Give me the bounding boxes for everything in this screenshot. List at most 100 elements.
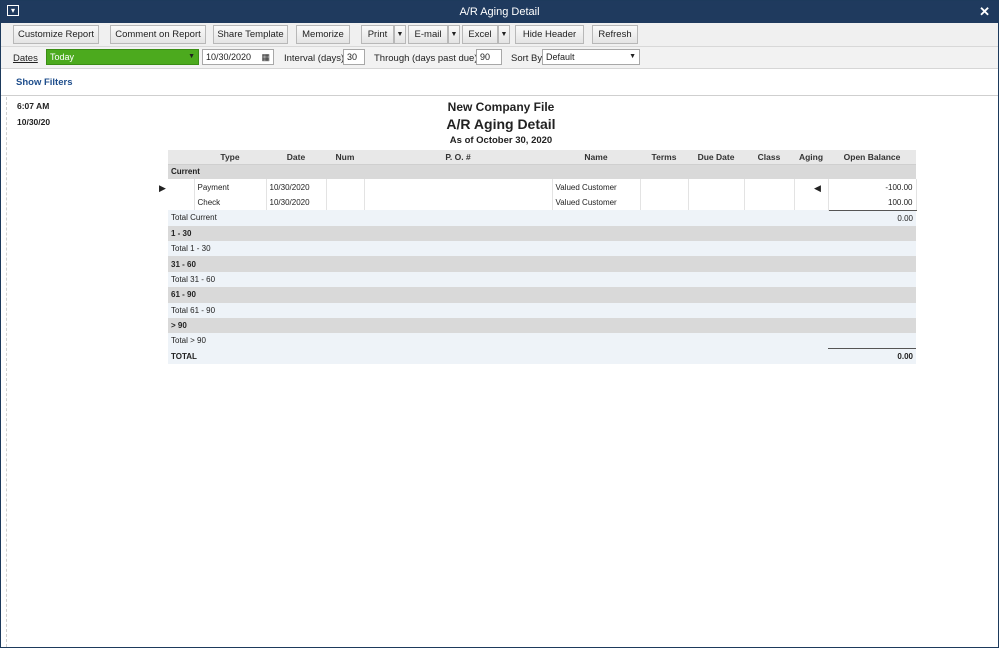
column-header-type[interactable]: Type bbox=[194, 150, 266, 165]
row-spacer bbox=[168, 194, 195, 211]
cell-num bbox=[326, 179, 365, 195]
column-header-terms[interactable]: Terms bbox=[640, 150, 688, 165]
chevron-down-icon[interactable]: ▼ bbox=[629, 50, 636, 64]
calendar-icon[interactable]: ▦ bbox=[261, 50, 270, 64]
section-label: Current bbox=[168, 164, 916, 180]
total-row: Total Current 0.00 bbox=[168, 210, 916, 226]
column-header-open-balance[interactable]: Open Balance bbox=[828, 150, 916, 165]
cell-due-date bbox=[688, 194, 745, 211]
section-row: > 90 bbox=[168, 317, 916, 334]
comment-on-report-button[interactable]: Comment on Report bbox=[110, 25, 206, 44]
column-header-class[interactable]: Class bbox=[744, 150, 794, 165]
total-balance bbox=[828, 240, 916, 257]
section-row: 1 - 30 bbox=[168, 225, 916, 241]
date-field[interactable]: 10/30/2020 ▦ bbox=[202, 49, 274, 65]
total-balance: 0.00 bbox=[828, 210, 916, 226]
sort-by-select[interactable]: Default ▼ bbox=[542, 49, 640, 65]
cell-num bbox=[326, 194, 365, 211]
cell-due-date bbox=[688, 179, 745, 195]
total-label: Total Current bbox=[168, 210, 828, 226]
company-name: New Company File bbox=[447, 100, 555, 114]
sort-by-label: Sort By bbox=[511, 53, 543, 64]
total-row: Total 1 - 30 bbox=[168, 240, 916, 257]
cell-aging bbox=[794, 194, 829, 211]
email-button[interactable]: E-mail bbox=[408, 25, 448, 44]
date-field-value: 10/30/2020 bbox=[206, 52, 252, 62]
column-header-name[interactable]: Name bbox=[552, 150, 640, 165]
section-row: 61 - 90 bbox=[168, 287, 916, 303]
dates-select[interactable]: Today ▼ bbox=[46, 49, 199, 65]
interval-label: Interval (days) bbox=[284, 53, 345, 64]
total-label: Total 61 - 90 bbox=[168, 302, 828, 318]
section-label: 61 - 90 bbox=[168, 287, 916, 303]
column-header-aging[interactable]: Aging bbox=[794, 150, 828, 165]
close-icon[interactable]: ✕ bbox=[979, 4, 990, 20]
excel-button[interactable]: Excel bbox=[462, 25, 498, 44]
total-balance bbox=[828, 271, 916, 288]
row-spacer bbox=[168, 179, 195, 195]
total-label: Total > 90 bbox=[168, 333, 828, 349]
page-margin bbox=[1, 97, 7, 647]
print-dropdown-icon[interactable]: ▼ bbox=[394, 25, 406, 44]
cell-type: Payment bbox=[194, 179, 267, 195]
filter-bar: Dates Today ▼ 10/30/2020 ▦ Interval (day… bbox=[1, 47, 998, 69]
hide-header-button[interactable]: Hide Header bbox=[515, 25, 584, 44]
refresh-button[interactable]: Refresh bbox=[592, 25, 638, 44]
cell-type: Check bbox=[194, 194, 267, 211]
cell-terms bbox=[640, 179, 689, 195]
section-row: 31 - 60 bbox=[168, 256, 916, 272]
show-filters-bar: Show Filters bbox=[1, 69, 998, 96]
total-balance bbox=[828, 302, 916, 318]
total-row: Total 61 - 90 bbox=[168, 302, 916, 318]
title-bar: ▾ A/R Aging Detail ✕ bbox=[1, 1, 998, 23]
dates-label: Dates bbox=[13, 53, 38, 64]
section-label: 1 - 30 bbox=[168, 225, 916, 241]
cell-aging bbox=[794, 179, 829, 195]
cell-open-balance: -100.00 bbox=[828, 179, 917, 195]
total-row: Total 31 - 60 bbox=[168, 271, 916, 288]
through-input[interactable]: 90 bbox=[476, 49, 502, 65]
email-dropdown-icon[interactable]: ▼ bbox=[448, 25, 460, 44]
cell-open-balance: 100.00 bbox=[828, 194, 917, 211]
row-pointer-right-icon: ◀ bbox=[814, 183, 821, 193]
print-button[interactable]: Print bbox=[361, 25, 394, 44]
cell-terms bbox=[640, 194, 689, 211]
cell-class bbox=[744, 179, 795, 195]
through-label: Through (days past due) bbox=[374, 53, 478, 64]
table-header-row: Type Date Num P. O. # Name Terms Due Dat… bbox=[168, 150, 916, 165]
total-label: Total 1 - 30 bbox=[168, 240, 828, 257]
report-title: A/R Aging Detail bbox=[446, 116, 556, 132]
memorize-button[interactable]: Memorize bbox=[296, 25, 350, 44]
interval-input[interactable]: 30 bbox=[343, 49, 365, 65]
total-balance bbox=[828, 333, 916, 349]
cell-name: Valued Customer bbox=[552, 179, 641, 195]
share-template-button[interactable]: Share Template bbox=[213, 25, 288, 44]
column-header-date[interactable]: Date bbox=[266, 150, 326, 165]
dates-select-value: Today bbox=[50, 52, 75, 62]
section-row: Current bbox=[168, 164, 916, 180]
table-row[interactable]: Payment 10/30/2020 Valued Customer -100.00 bbox=[168, 179, 917, 195]
excel-dropdown-icon[interactable]: ▼ bbox=[498, 25, 510, 44]
cell-class bbox=[744, 194, 795, 211]
section-label: > 90 bbox=[168, 317, 916, 334]
cell-date: 10/30/2020 bbox=[266, 179, 327, 195]
table-row[interactable]: Check 10/30/2020 Valued Customer 100.00 bbox=[168, 194, 917, 211]
column-header-po[interactable]: P. O. # bbox=[364, 150, 552, 165]
report-window: ▾ A/R Aging Detail ✕ Customize Report Co… bbox=[0, 0, 999, 648]
report-date: 10/30/20 bbox=[17, 117, 51, 127]
report-as-of: As of October 30, 2020 bbox=[449, 135, 553, 146]
total-balance: 0.00 bbox=[828, 348, 916, 365]
customize-report-button[interactable]: Customize Report bbox=[13, 25, 99, 44]
total-row: Total > 90 bbox=[168, 333, 916, 349]
section-label: 31 - 60 bbox=[168, 256, 916, 272]
cell-date: 10/30/2020 bbox=[266, 194, 327, 211]
cell-po bbox=[364, 194, 553, 211]
column-header-due-date[interactable]: Due Date bbox=[688, 150, 744, 165]
cell-name: Valued Customer bbox=[552, 194, 641, 211]
report-time: 6:07 AM bbox=[17, 101, 50, 111]
show-filters-link[interactable]: Show Filters bbox=[16, 77, 72, 88]
report-toolbar: Customize Report Comment on Report Share… bbox=[1, 23, 998, 47]
chevron-down-icon[interactable]: ▼ bbox=[188, 50, 195, 64]
column-header-num[interactable]: Num bbox=[326, 150, 364, 165]
window-title: A/R Aging Detail bbox=[459, 6, 540, 18]
